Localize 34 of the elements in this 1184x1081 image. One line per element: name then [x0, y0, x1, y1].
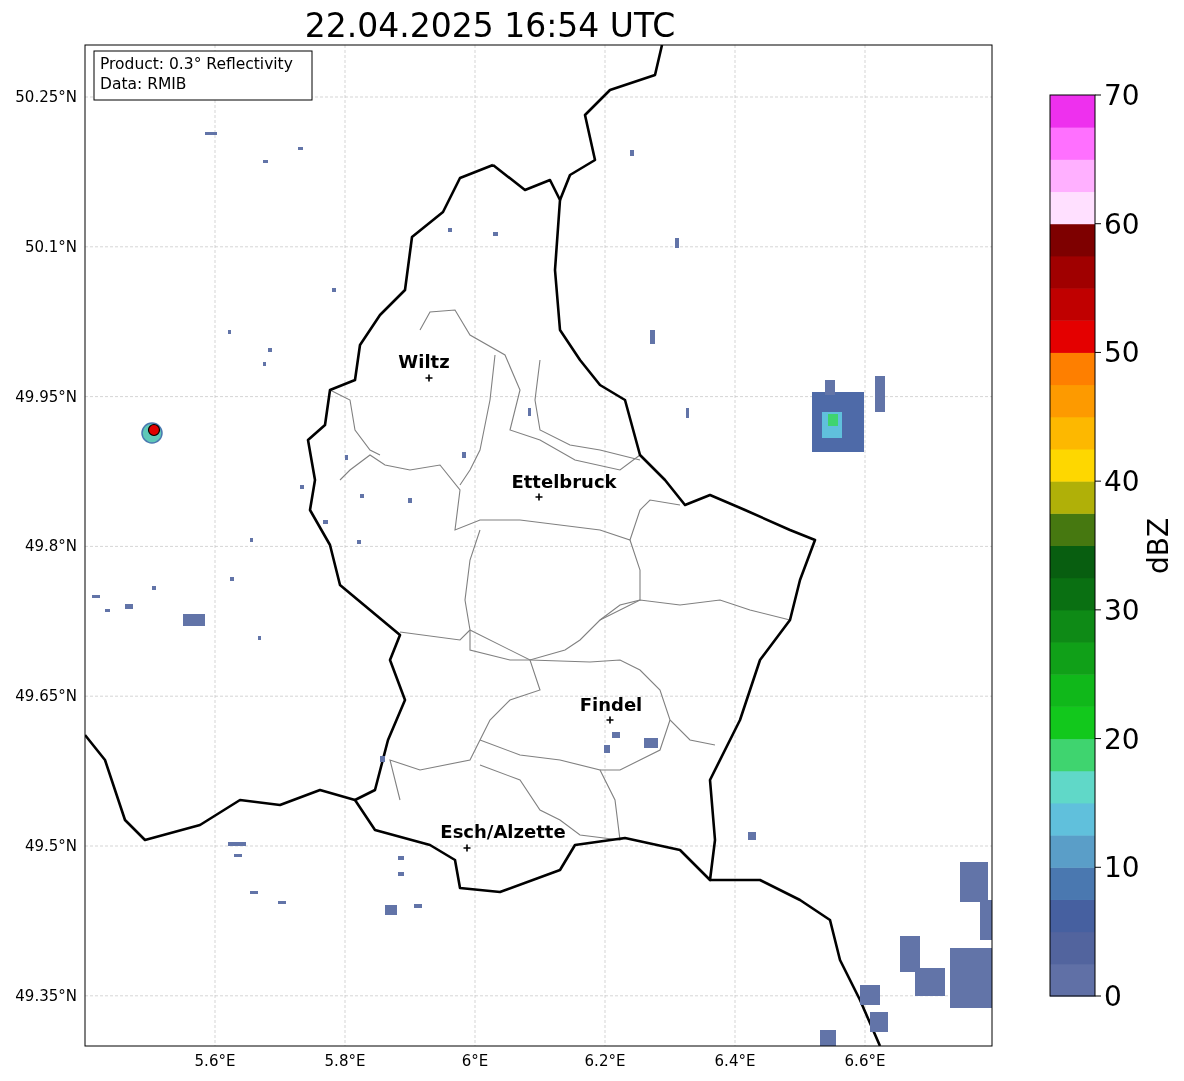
colorbar-tick-label: 30 — [1104, 593, 1140, 627]
colorbar-tick-label: 0 — [1104, 980, 1122, 1013]
colorbar-tick-label: 40 — [1104, 465, 1140, 499]
colorbar-tick-label: 10 — [1104, 851, 1140, 885]
radar-site-icon — [141, 422, 163, 444]
city-label: Ettelbruck — [511, 471, 617, 492]
colorbar-label: dBZ — [1142, 517, 1175, 575]
city-marker-icon — [605, 715, 615, 725]
axis-tick-label: 5.6°E — [194, 1052, 236, 1070]
axis-tick-label: 49.95°N — [15, 387, 77, 406]
axis-tick-label: 5.8°E — [324, 1052, 366, 1070]
info-text: Data: RMIB — [100, 75, 187, 93]
city-label: Findel — [579, 694, 643, 715]
axis-tick-label: 6°E — [461, 1052, 489, 1070]
chart-title: 22.04.2025 16:54 UTC — [304, 6, 676, 45]
city-marker-icon — [462, 843, 472, 853]
axis-tick-label: 6.4°E — [714, 1052, 756, 1070]
axis-tick-label: 49.65°N — [15, 687, 77, 706]
axis-tick-label: 6.6°E — [844, 1052, 886, 1070]
info-text: Product: 0.3° Reflectivity — [100, 55, 293, 73]
axis-tick-label: 49.35°N — [15, 986, 77, 1005]
axis-tick-label: 50.1°N — [24, 237, 77, 256]
colorbar-tick-label: 50 — [1104, 336, 1140, 370]
axis-tick-label: 6.2°E — [584, 1052, 626, 1070]
axis-tick-label: 50.25°N — [15, 88, 77, 106]
city-label: Wiltz — [398, 351, 450, 372]
colorbar-tick-label: 60 — [1104, 207, 1140, 241]
axis-tick-label: 49.8°N — [24, 537, 77, 556]
city-marker-icon — [534, 492, 544, 502]
city-label: Esch/Alzette — [440, 821, 566, 842]
colorbar-tick-label: 20 — [1104, 722, 1140, 756]
city-marker-icon — [424, 373, 434, 383]
axis-tick-label: 49.5°N — [24, 837, 77, 855]
colorbar-tick-label: 70 — [1104, 79, 1140, 112]
